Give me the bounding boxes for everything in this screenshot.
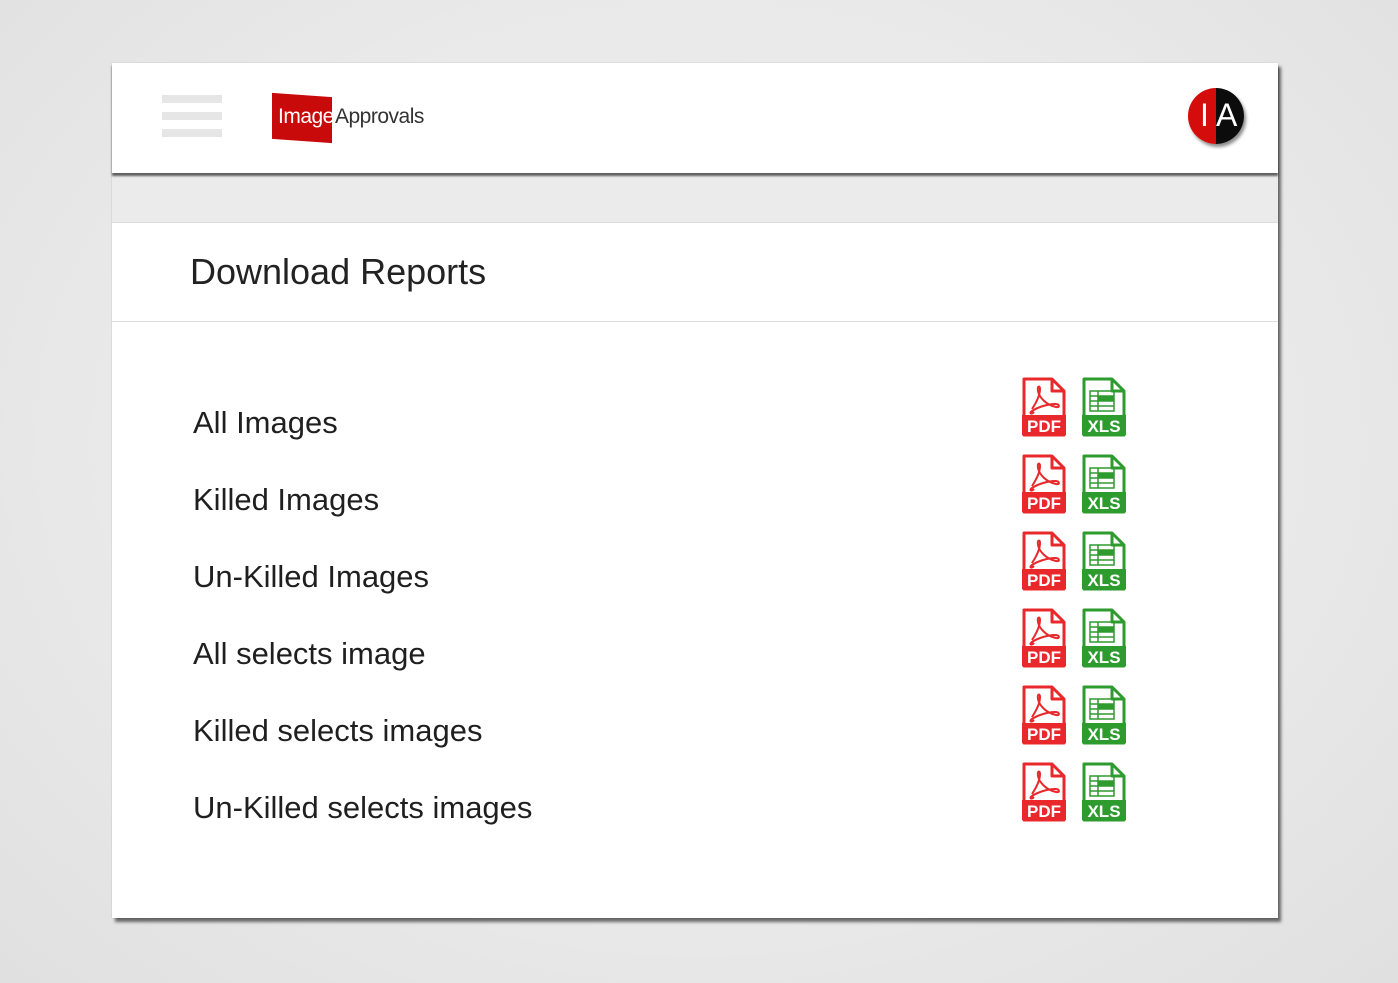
pdf-download-icon[interactable]: PDF (1022, 685, 1066, 745)
user-avatar[interactable]: I A (1188, 88, 1244, 144)
report-row: Un-Killed Images PDF XLS (112, 527, 1278, 604)
avatar-letter-a: A (1216, 97, 1238, 133)
svg-text:XLS: XLS (1087, 571, 1120, 590)
svg-text:PDF: PDF (1027, 802, 1061, 821)
xls-download-icon[interactable]: XLS (1082, 685, 1126, 745)
app-window: Image Approvals I A Download Reports All… (112, 63, 1278, 918)
hamburger-menu-icon[interactable] (162, 95, 222, 141)
svg-text:XLS: XLS (1087, 725, 1120, 744)
avatar-letter-i: I (1200, 97, 1209, 133)
svg-text:PDF: PDF (1027, 648, 1061, 667)
svg-text:XLS: XLS (1087, 802, 1120, 821)
svg-text:XLS: XLS (1087, 494, 1120, 513)
pdf-download-icon[interactable]: PDF (1022, 762, 1066, 822)
report-label: All selects image (193, 636, 426, 671)
xls-download-icon[interactable]: XLS (1082, 454, 1126, 514)
xls-download-icon[interactable]: XLS (1082, 608, 1126, 668)
logo-text-approvals: Approvals (335, 105, 424, 128)
report-row: All selects image PDF XLS (112, 604, 1278, 681)
report-label: Un-Killed selects images (193, 790, 533, 825)
svg-text:PDF: PDF (1027, 494, 1061, 513)
pdf-download-icon[interactable]: PDF (1022, 377, 1066, 437)
pdf-download-icon[interactable]: PDF (1022, 608, 1066, 668)
report-label: All Images (193, 405, 338, 440)
svg-text:PDF: PDF (1027, 725, 1061, 744)
report-row: All Images PDF XLS (112, 373, 1278, 450)
report-row: Killed selects images PDF XLS (112, 681, 1278, 758)
report-label: Killed Images (193, 482, 380, 517)
report-row: Killed Images PDF XLS (112, 450, 1278, 527)
svg-text:XLS: XLS (1087, 417, 1120, 436)
report-label: Killed selects images (193, 713, 483, 748)
pdf-download-icon[interactable]: PDF (1022, 531, 1066, 591)
report-row: Un-Killed selects images PDF XLS (112, 758, 1278, 835)
xls-download-icon[interactable]: XLS (1082, 531, 1126, 591)
pdf-download-icon[interactable]: PDF (1022, 454, 1066, 514)
page-title: Download Reports (190, 251, 487, 292)
logo-text-image: Image (278, 105, 334, 128)
header-spacer (112, 173, 1278, 223)
svg-text:PDF: PDF (1027, 417, 1061, 436)
app-header: Image Approvals I A (112, 63, 1278, 173)
brand-logo[interactable]: Image Approvals (272, 92, 432, 144)
report-label: Un-Killed Images (193, 559, 430, 594)
svg-text:PDF: PDF (1027, 571, 1061, 590)
title-bar: Download Reports (112, 224, 1278, 322)
xls-download-icon[interactable]: XLS (1082, 762, 1126, 822)
svg-text:XLS: XLS (1087, 648, 1120, 667)
xls-download-icon[interactable]: XLS (1082, 377, 1126, 437)
